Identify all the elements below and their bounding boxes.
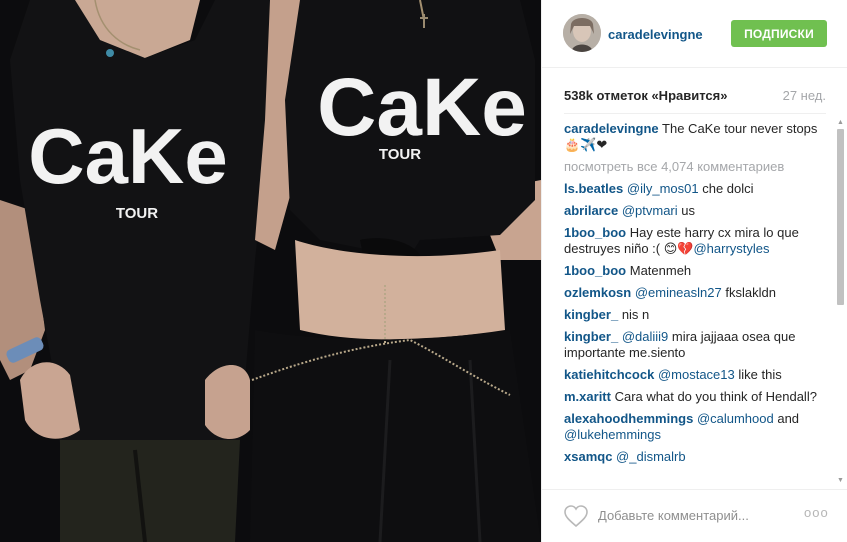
comment-username[interactable]: kingber_: [564, 329, 618, 344]
more-options-icon[interactable]: ooo: [804, 505, 829, 520]
add-comment-input[interactable]: [598, 504, 778, 526]
comment-text: us: [677, 203, 695, 218]
comments-scrollbar[interactable]: ▲ ▼: [836, 119, 845, 485]
avatar[interactable]: [563, 14, 601, 52]
comment-mention[interactable]: @mostace13: [658, 367, 735, 382]
comment-item: alexahoodhemmings @calumhood and @lukehe…: [564, 411, 832, 443]
comment-mention[interactable]: @daliii9: [622, 329, 668, 344]
post-header: caradelevingne ПОДПИСКИ: [542, 0, 847, 68]
header-username[interactable]: caradelevingne: [608, 27, 703, 42]
comment-username[interactable]: m.xaritt: [564, 389, 611, 404]
comment-item: 1boo_boo Hay este harry cx mira lo que d…: [564, 225, 832, 257]
comment-mention[interactable]: @harrystyles: [693, 241, 769, 256]
comment-mention[interactable]: @ily_mos01: [627, 181, 699, 196]
comment-mention[interactable]: @calumhood: [697, 411, 774, 426]
comment-username[interactable]: kingber_: [564, 307, 618, 322]
comment-text: fkslakldn: [721, 285, 776, 300]
left-shirt-sub: TOUR: [116, 205, 158, 222]
comment-mention[interactable]: @emineasln27: [635, 285, 722, 300]
caption: caradelevingne The CaKe tour never stops…: [564, 121, 832, 153]
caption-username[interactable]: caradelevingne: [564, 121, 659, 136]
post-stats: 538k отметок «Нравится» 27 нед.: [564, 88, 826, 106]
left-shirt-brand: CaKe: [28, 112, 227, 200]
comment-item: abrilarce @ptvmari us: [564, 203, 832, 219]
scroll-down-arrow[interactable]: ▼: [836, 477, 845, 485]
comment-text: Matenmeh: [629, 263, 692, 278]
comment-username[interactable]: katiehitchcock: [564, 367, 654, 382]
scroll-thumb[interactable]: [837, 129, 844, 305]
comment-text: Cara what do you think of Hendall?: [614, 389, 817, 404]
add-comment-bar: ooo: [542, 489, 847, 542]
comment-item: ls.beatles @ily_mos01 che dolci: [564, 181, 832, 197]
likes-count[interactable]: 538k отметок «Нравится»: [564, 88, 727, 103]
post-sidebar: caradelevingne ПОДПИСКИ 538k отметок «Нр…: [541, 0, 847, 542]
post-time[interactable]: 27 нед.: [783, 88, 826, 103]
comment-username[interactable]: xsamqc: [564, 449, 612, 464]
comment-item: 1boo_boo Matenmeh: [564, 263, 832, 279]
comment-item: katiehitchcock @mostace13 like this: [564, 367, 832, 383]
right-shirt-sub: TOUR: [379, 146, 421, 163]
comment-text: che dolci: [698, 181, 754, 196]
comment-username[interactable]: ls.beatles: [564, 181, 623, 196]
comment-username[interactable]: alexahoodhemmings: [564, 411, 693, 426]
heart-icon[interactable]: [563, 504, 589, 528]
comment-text: and: [773, 411, 800, 426]
comment-username[interactable]: 1boo_boo: [564, 263, 626, 278]
comment-username[interactable]: 1boo_boo: [564, 225, 626, 240]
scroll-up-arrow[interactable]: ▲: [836, 119, 845, 127]
comment-item: ozlemkosn @emineasln27 fkslakldn: [564, 285, 832, 301]
comment-mention[interactable]: @ptvmari: [622, 203, 678, 218]
right-shirt-brand: CaKe: [317, 62, 527, 153]
comment-item: kingber_ @daliii9 mira jajjaaa osea que …: [564, 329, 832, 361]
comment-username[interactable]: abrilarce: [564, 203, 618, 218]
follow-button[interactable]: ПОДПИСКИ: [731, 20, 827, 47]
instagram-post: CaKe TOUR CaKe TOUR caradelevingne ПОДПИ…: [0, 0, 847, 542]
comment-username[interactable]: ozlemkosn: [564, 285, 631, 300]
photo-illustration: CaKe TOUR CaKe TOUR: [0, 0, 541, 542]
comments-list[interactable]: caradelevingne The CaKe tour never stops…: [564, 121, 832, 483]
comment-mention[interactable]: @lukehemmings: [564, 427, 661, 442]
comment-text: like this: [734, 367, 782, 382]
view-all-comments-link[interactable]: посмотреть все 4,074 комментариев: [564, 159, 832, 175]
comment-item: xsamqc @_dismalrb: [564, 449, 832, 465]
comment-mention[interactable]: @_dismalrb: [616, 449, 686, 464]
post-photo[interactable]: CaKe TOUR CaKe TOUR: [0, 0, 541, 542]
comment-item: m.xaritt Cara what do you think of Henda…: [564, 389, 832, 405]
avatar-image: [563, 14, 601, 52]
comment-text: nis n: [621, 307, 650, 322]
divider: [564, 113, 826, 114]
comment-item: kingber_ nis n: [564, 307, 832, 323]
